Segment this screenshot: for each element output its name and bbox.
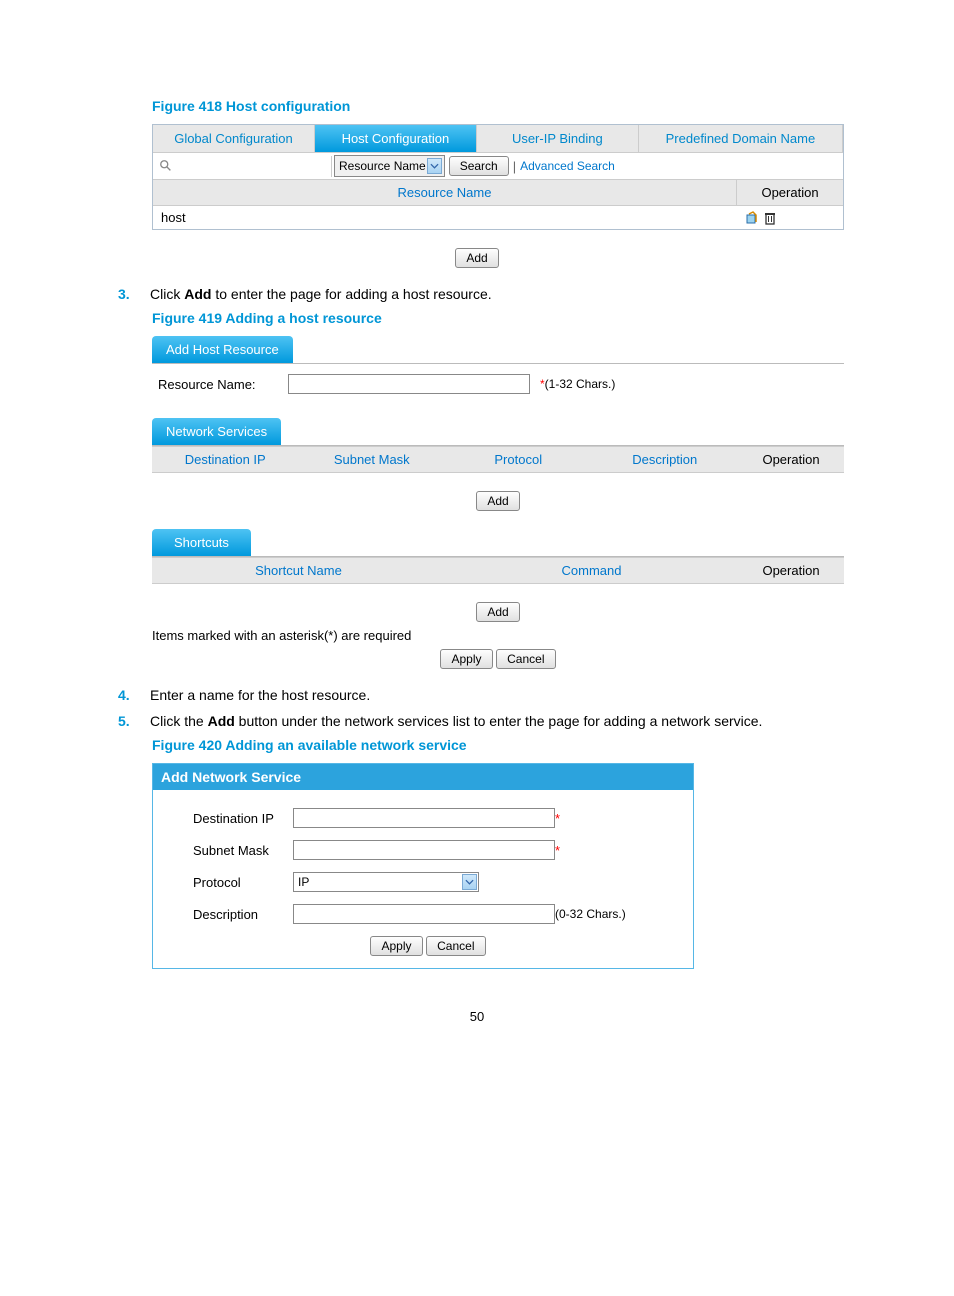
page-number: 50	[110, 1009, 844, 1024]
figure-419-title: Figure 419 Adding a host resource	[152, 310, 844, 326]
step-5: Click the Add button under the network s…	[110, 713, 844, 729]
required-note: Items marked with an asterisk(*) are req…	[152, 628, 844, 643]
table-header: Resource Name Operation	[153, 180, 843, 206]
separator: |	[513, 159, 516, 174]
add-shortcut-button[interactable]: Add	[476, 602, 519, 622]
col-destination-ip: Destination IP	[152, 447, 299, 472]
apply-button[interactable]: Apply	[370, 936, 422, 956]
shortcuts-header: Shortcut Name Command Operation	[152, 557, 844, 584]
destination-ip-row: Destination IP *	[193, 808, 663, 828]
col-operation: Operation	[738, 447, 844, 472]
col-description: Description	[592, 447, 739, 472]
chevron-down-icon	[462, 874, 477, 890]
protocol-label: Protocol	[193, 875, 293, 890]
step-5-text-b: button under the network services list t…	[235, 713, 763, 729]
required-mark: *	[555, 811, 560, 826]
search-bar: Resource Name Search | Advanced Search	[153, 153, 843, 180]
apply-button[interactable]: Apply	[440, 649, 492, 669]
subnet-mask-input[interactable]	[293, 840, 555, 860]
resource-name-hint-text: (1-32 Chars.)	[545, 377, 616, 391]
cancel-button[interactable]: Cancel	[426, 936, 485, 956]
required-mark: *	[555, 843, 560, 858]
step-4: Enter a name for the host resource.	[110, 687, 844, 703]
subnet-mask-row: Subnet Mask *	[193, 840, 663, 860]
tab-bar: Global Configuration Host Configuration …	[153, 125, 843, 153]
search-field-select[interactable]: Resource Name	[334, 155, 445, 177]
figure-420-title: Figure 420 Adding an available network s…	[152, 737, 844, 753]
search-icon	[159, 159, 173, 173]
description-row: Description (0-32 Chars.)	[193, 904, 663, 924]
add-host-resource-tab: Add Host Resource	[152, 336, 293, 363]
col-operation: Operation	[736, 180, 843, 205]
add-network-service-button[interactable]: Add	[476, 491, 519, 511]
description-hint: (0-32 Chars.)	[555, 907, 626, 921]
col-protocol: Protocol	[445, 447, 592, 472]
cell-resource-name: host	[153, 206, 737, 229]
destination-ip-input[interactable]	[293, 808, 555, 828]
destination-ip-label: Destination IP	[193, 811, 293, 826]
step-3-bold: Add	[184, 286, 211, 302]
trash-icon[interactable]	[763, 211, 777, 225]
search-button[interactable]: Search	[449, 156, 509, 176]
advanced-search-link[interactable]: Advanced Search	[520, 159, 615, 173]
description-input[interactable]	[293, 904, 555, 924]
tab-user-ip-binding[interactable]: User-IP Binding	[477, 125, 639, 152]
search-field-value: Resource Name	[339, 159, 426, 173]
cancel-button[interactable]: Cancel	[496, 649, 555, 669]
tab-host-configuration[interactable]: Host Configuration	[315, 125, 477, 152]
col-resource-name: Resource Name	[153, 180, 736, 205]
figure-420: Add Network Service Destination IP * Sub…	[152, 763, 694, 969]
tab-global-configuration[interactable]: Global Configuration	[153, 125, 315, 152]
protocol-row: Protocol IP	[193, 872, 663, 892]
step-3: Click Add to enter the page for adding a…	[110, 286, 844, 302]
col-shortcut-name: Shortcut Name	[152, 558, 445, 583]
edit-icon[interactable]	[745, 211, 759, 225]
description-label: Description	[193, 907, 293, 922]
col-command: Command	[445, 558, 738, 583]
step-5-text-a: Click the	[150, 713, 208, 729]
col-subnet-mask: Subnet Mask	[299, 447, 446, 472]
tab-predefined-domain-name[interactable]: Predefined Domain Name	[639, 125, 843, 152]
figure-419: Add Host Resource Resource Name: *(1-32 …	[152, 336, 844, 669]
shortcuts-tab: Shortcuts	[152, 529, 251, 556]
cell-operation	[737, 206, 843, 229]
add-button[interactable]: Add	[455, 248, 498, 268]
table-row: host	[153, 206, 843, 229]
step-4-text: Enter a name for the host resource.	[150, 687, 370, 703]
protocol-value: IP	[298, 875, 309, 889]
resource-name-label: Resource Name:	[158, 377, 278, 392]
resource-name-row: Resource Name: *(1-32 Chars.)	[152, 364, 844, 404]
step-5-bold: Add	[208, 713, 235, 729]
col-operation: Operation	[738, 558, 844, 583]
step-3-text-b: to enter the page for adding a host reso…	[211, 286, 491, 302]
subnet-mask-label: Subnet Mask	[193, 843, 293, 858]
figure-418: Global Configuration Host Configuration …	[152, 124, 844, 230]
network-services-header: Destination IP Subnet Mask Protocol Desc…	[152, 446, 844, 473]
add-network-service-header: Add Network Service	[153, 764, 693, 790]
figure-418-title: Figure 418 Host configuration	[152, 98, 844, 114]
resource-name-hint: *(1-32 Chars.)	[540, 377, 615, 391]
search-input[interactable]	[173, 156, 332, 177]
protocol-select[interactable]: IP	[293, 872, 479, 892]
network-services-tab: Network Services	[152, 418, 281, 445]
resource-name-input[interactable]	[288, 374, 530, 394]
step-3-text-a: Click	[150, 286, 184, 302]
chevron-down-icon	[427, 158, 442, 174]
